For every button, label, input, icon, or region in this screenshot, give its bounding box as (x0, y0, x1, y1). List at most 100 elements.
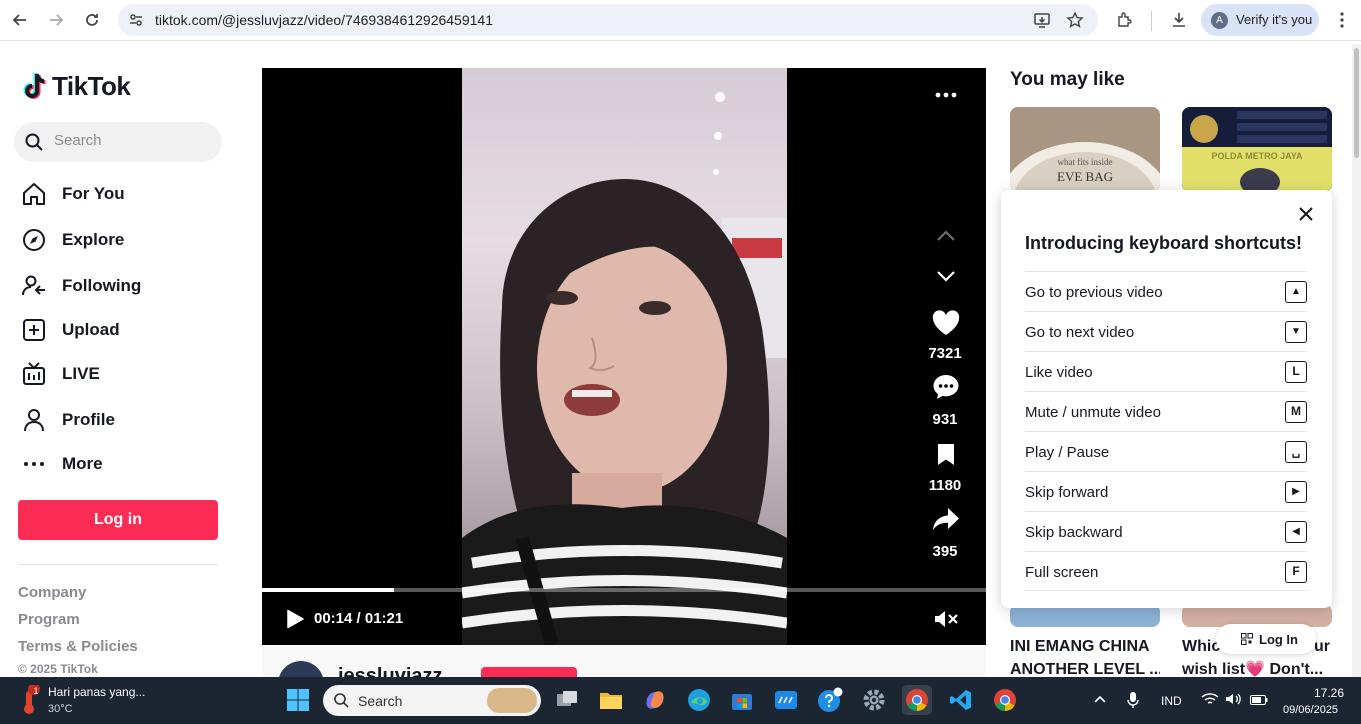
footer-link-program[interactable]: Program (18, 611, 80, 628)
like-count: 7321 (928, 345, 962, 362)
chevron-up-icon[interactable] (1093, 693, 1107, 707)
nav-upload[interactable]: Upload (20, 315, 220, 345)
muted-speaker-icon[interactable] (932, 608, 960, 630)
url-text: tiktok.com/@jessluvjazz/video/7469384612… (155, 12, 493, 28)
settings-gear-icon[interactable] (859, 685, 889, 715)
page-scrollbar[interactable] (1352, 44, 1361, 677)
more-options-icon[interactable] (934, 86, 958, 104)
thumb1-text: EVE BAG (1057, 169, 1113, 184)
nav-following[interactable]: Following (20, 271, 220, 301)
next-video-icon[interactable] (934, 266, 958, 286)
shortcut-row: Skip forward ▶ (1025, 471, 1307, 511)
bookmark-star-icon[interactable] (1066, 11, 1084, 34)
windows-start-icon[interactable] (283, 685, 313, 715)
install-app-icon[interactable] (1033, 11, 1051, 34)
upload-icon (20, 316, 48, 344)
downloads-icon[interactable] (1168, 9, 1190, 31)
video-player[interactable]: 7321 931 1180 395 00:14 / 01:21 (262, 68, 986, 645)
author-username[interactable]: jessluvjazz (338, 665, 443, 677)
recommended-video-2[interactable]: POLDA METRO JAYA (1182, 107, 1332, 192)
sidebar-divider (18, 564, 218, 565)
share-arrow-icon[interactable] (930, 504, 962, 534)
previous-video-icon[interactable] (934, 226, 958, 246)
kebab-menu-icon[interactable] (1331, 9, 1353, 31)
file-explorer-icon[interactable] (596, 685, 626, 715)
bookmark-icon[interactable] (932, 440, 960, 468)
tiktok-logo[interactable]: TikTok (22, 70, 131, 102)
login-button[interactable]: Log in (18, 500, 218, 540)
copilot-icon[interactable] (640, 685, 670, 715)
video-caption-line[interactable]: ur (1314, 635, 1334, 658)
footer-link-terms[interactable]: Terms & Policies (18, 638, 138, 655)
nav-label: LIVE (62, 364, 100, 383)
close-icon[interactable] (1296, 204, 1316, 224)
back-icon[interactable] (9, 9, 31, 31)
shortcut-label: Full screen (1025, 564, 1099, 581)
taskbar-search[interactable]: Search (323, 685, 541, 716)
author-avatar[interactable] (278, 661, 324, 677)
scrollbar-thumb[interactable] (1354, 48, 1359, 158)
reload-icon[interactable] (81, 9, 103, 31)
myhp-icon[interactable] (771, 685, 801, 715)
nav-for-you[interactable]: For You (20, 179, 220, 209)
clock-date[interactable]: 09/06/2025 (1283, 704, 1338, 716)
key-f: F (1285, 561, 1307, 583)
address-bar[interactable]: tiktok.com/@jessluvjazz/video/7469384612… (118, 4, 1098, 36)
thumb2-text: POLDA METRO JAYA (1211, 151, 1303, 161)
video-caption-line[interactable]: INI EMANG CHINA (1010, 635, 1160, 658)
search-icon (25, 133, 43, 156)
site-settings-icon[interactable] (128, 12, 144, 33)
clock-time[interactable]: 17.26 (1314, 686, 1344, 700)
play-icon[interactable] (284, 607, 306, 631)
live-icon (20, 360, 48, 388)
time-display: 00:14 / 01:21 (314, 610, 404, 627)
key-l: L (1285, 361, 1307, 383)
key-up-icon: ▲ (1285, 281, 1307, 303)
input-language[interactable]: IND (1161, 694, 1182, 708)
shortcut-row: Go to next video ▼ (1025, 311, 1307, 351)
key-down-icon: ▼ (1285, 321, 1307, 343)
video-frame[interactable] (462, 68, 787, 645)
toolbar-divider (1151, 11, 1152, 31)
key-right-icon: ▶ (1285, 481, 1307, 503)
search-box[interactable] (14, 122, 222, 162)
nav-label: Following (62, 276, 142, 295)
nav-profile[interactable]: Profile (20, 405, 220, 435)
footer-link-company[interactable]: Company (18, 584, 86, 601)
vscode-icon[interactable] (946, 685, 976, 715)
floating-login-button[interactable]: Log In (1216, 624, 1316, 654)
progress-bar[interactable] (262, 588, 986, 592)
progress-fill (262, 588, 395, 592)
search-input[interactable] (54, 132, 214, 149)
follow-button[interactable] (481, 667, 577, 677)
nav-explore[interactable]: Explore (20, 225, 220, 255)
comment-icon[interactable] (930, 372, 962, 402)
brand-wordmark: TikTok (52, 70, 131, 101)
compass-icon (20, 226, 48, 254)
chrome-profile-icon[interactable] (990, 685, 1020, 715)
chrome-browser-icon[interactable] (902, 685, 932, 715)
volume-icon[interactable] (1225, 692, 1241, 709)
microphone-icon[interactable] (1127, 691, 1139, 712)
edge-browser-icon[interactable] (684, 685, 714, 715)
extensions-icon[interactable] (1114, 9, 1136, 31)
browser-toolbar: tiktok.com/@jessluvjazz/video/7469384612… (0, 0, 1361, 41)
search-highlight-image (487, 688, 537, 713)
battery-icon[interactable] (1250, 694, 1268, 708)
weather-badge: 1 (33, 686, 39, 696)
weather-title[interactable]: Hari panas yang... (48, 685, 145, 699)
forward-icon[interactable] (45, 9, 67, 31)
like-heart-icon[interactable] (930, 308, 962, 338)
recommended-video-1[interactable]: what fits inside EVE BAG (1010, 107, 1160, 192)
wifi-icon[interactable] (1201, 692, 1219, 709)
microsoft-store-icon[interactable] (727, 685, 757, 715)
shortcut-label: Mute / unmute video (1025, 404, 1161, 421)
comment-count: 931 (932, 411, 958, 428)
nav-more[interactable]: More (20, 449, 220, 479)
task-view-icon[interactable] (552, 685, 582, 715)
get-help-icon[interactable] (815, 685, 845, 715)
you-may-like-heading: You may like (1010, 69, 1125, 90)
nav-live[interactable]: LIVE (20, 359, 220, 389)
taskbar-search-label: Search (358, 693, 403, 709)
verify-profile-button[interactable]: A Verify it's you (1201, 4, 1319, 36)
